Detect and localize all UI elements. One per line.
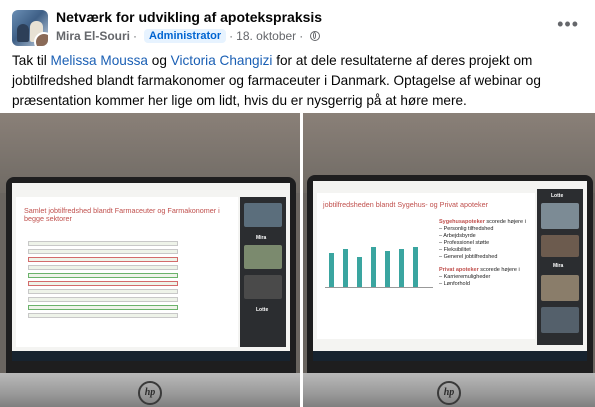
hp-logo-icon: hp — [437, 381, 461, 405]
post-meta: Mira El-Souri · Administrator · 18. okto… — [56, 29, 321, 43]
slide-left-subtitle: begge sektorer — [24, 214, 72, 223]
mention-melissa[interactable]: Melissa Moussa — [51, 53, 148, 68]
post-text: Tak til Melissa Moussa og Victoria Chang… — [12, 53, 541, 108]
slide-left: Samlet jobtilfredshed blandt Farmaceuter… — [16, 197, 238, 347]
post-date[interactable]: 18. oktober — [236, 29, 296, 43]
admin-badge: Administrator — [144, 29, 227, 43]
group-name[interactable]: Netværk for udvikling af apotekspraksis — [56, 9, 322, 25]
hp-logo-icon: hp — [138, 381, 162, 405]
slide-right: jobtilfredsheden blandt Sygehus- og Priv… — [317, 193, 535, 339]
post-photo-right[interactable]: jobtilfredsheden blandt Sygehus- og Priv… — [303, 113, 595, 407]
author-name[interactable]: Mira El-Souri — [56, 29, 130, 43]
globe-icon — [310, 31, 321, 41]
laptop-screen-left: Samlet jobtilfredshed blandt Farmaceuter… — [6, 177, 296, 373]
laptop-screen-right: jobtilfredsheden blandt Sygehus- og Priv… — [307, 175, 593, 373]
group-avatar[interactable] — [12, 10, 48, 46]
post-photo-left[interactable]: Samlet jobtilfredshed blandt Farmaceuter… — [0, 113, 300, 407]
mention-victoria[interactable]: Victoria Changizi — [171, 53, 273, 68]
post-header: Netværk for udvikling af apotekspraksis … — [12, 8, 587, 48]
participants-panel-left: Mira Lotte — [240, 197, 286, 347]
more-options-icon[interactable]: ••• — [557, 14, 579, 35]
author-avatar[interactable] — [34, 32, 48, 46]
slide-right-title: jobtilfredsheden blandt Sygehus- og Priv… — [323, 200, 489, 209]
participants-panel-right: Lotte Mira — [537, 189, 583, 345]
slide-right-bullets: Sygehusapoteker scorede højere i – Perso… — [439, 219, 526, 287]
